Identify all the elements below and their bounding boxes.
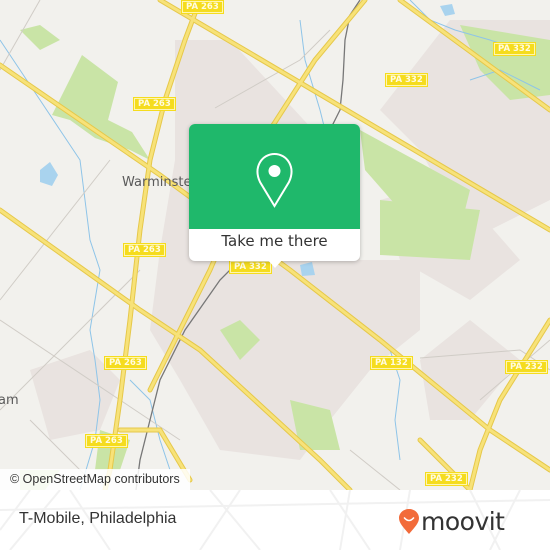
take-me-there-button[interactable]: Take me there: [189, 232, 360, 250]
route-shield-pa263: PA 263: [181, 0, 224, 14]
map-attribution[interactable]: © OpenStreetMap contributors: [0, 469, 190, 490]
popup-pointer: [267, 259, 283, 268]
route-shield-pa263: PA 263: [133, 97, 176, 111]
route-shield-text: PA 232: [430, 474, 463, 484]
route-shield-pa332: PA 332: [385, 73, 428, 87]
route-shield-text: PA 263: [186, 2, 219, 12]
location-pin-icon: [256, 152, 293, 208]
route-shield-pa132: PA 132: [370, 356, 413, 370]
route-shield-pa263: PA 263: [123, 243, 166, 257]
location-title: T-Mobile, Philadelphia: [19, 510, 177, 527]
route-shield-pa263: PA 263: [104, 356, 147, 370]
route-shield-pa232: PA 232: [505, 360, 548, 374]
popup-header[interactable]: [189, 124, 360, 229]
route-shield-text: PA 263: [109, 358, 142, 368]
moovit-wordmark: moovit: [421, 507, 505, 536]
route-shield-text: PA 332: [498, 44, 531, 54]
location-popup[interactable]: Take me there: [189, 124, 360, 268]
route-shield-text: PA 263: [90, 436, 123, 446]
route-shield-text: PA 332: [234, 262, 267, 272]
route-shield-text: PA 263: [138, 99, 171, 109]
footer-bar: T-Mobile, Philadelphia moovit: [0, 490, 550, 550]
place-label-warminster: Warminster: [122, 175, 197, 190]
map-view[interactable]: Warminster am PA 263 PA 263 PA 263 PA 26…: [0, 0, 550, 490]
route-shield-pa332: PA 332: [493, 42, 536, 56]
route-shield-text: PA 263: [128, 245, 161, 255]
route-shield-pa332: PA 332: [229, 260, 272, 274]
moovit-smiley-pin-icon: [399, 509, 419, 534]
moovit-logo[interactable]: moovit: [399, 505, 505, 539]
route-shield-pa232: PA 232: [425, 472, 468, 486]
place-label-hatboro: am: [0, 393, 19, 408]
route-shield-pa263: PA 263: [85, 434, 128, 448]
route-shield-text: PA 232: [510, 362, 543, 372]
route-shield-text: PA 332: [390, 75, 423, 85]
route-shield-text: PA 132: [375, 358, 408, 368]
